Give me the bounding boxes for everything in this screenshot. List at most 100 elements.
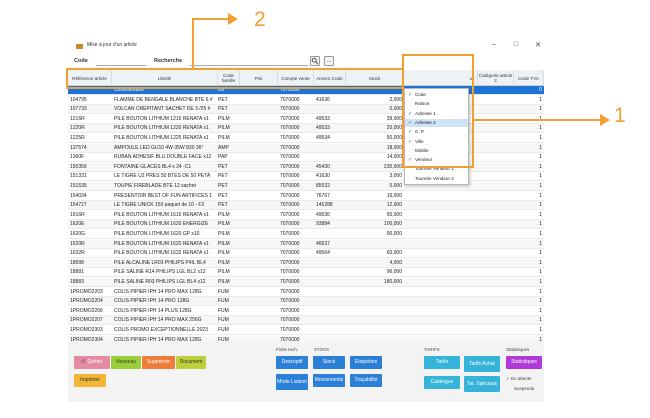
table-row[interactable]: 1PROMO2204 COLIS PIPIER IPH 14 PRO 128G FU… <box>68 297 544 307</box>
cell-cpt: 7070000 <box>280 279 300 285</box>
cell-tva: 1 <box>539 279 542 285</box>
cell-anc: 85532 <box>316 183 330 189</box>
annotation-header-box <box>66 68 404 89</box>
table-row[interactable]: 1PROMO2303 COLIS PROMO EXCEPTIONNELLE 202… <box>68 326 544 335</box>
cell-fam: PET <box>218 183 228 189</box>
supprimer-button[interactable]: Supprimer <box>142 356 175 369</box>
cell-ref: 1360F <box>70 154 85 161</box>
cell-anc <box>316 289 346 297</box>
cell-cpt: 7070000 <box>280 135 300 141</box>
cell-lib: COLIS PIPIER IPH 14 PRO MAX 256G <box>114 317 202 324</box>
cell-cpt: 7070000 <box>280 115 300 122</box>
cell-cpt: 7070000 <box>280 163 300 170</box>
cell-ref: 150359 <box>70 163 87 170</box>
cell-cpt: 7070000 <box>280 240 300 247</box>
maximize-button[interactable]: □ <box>510 41 522 48</box>
cell-lib: LE TIGRE UNICK 150 paquet de 10 - F2 <box>114 202 205 209</box>
cell-ref: 1225R <box>70 135 85 141</box>
statistiques-button[interactable]: Statistiques <box>506 356 542 369</box>
tar-speciaux-button[interactable]: Tar. Spéciaux <box>464 376 500 392</box>
cell-tva: 1 <box>539 154 542 161</box>
cell-ref: 1216R <box>70 115 85 122</box>
table-row[interactable]: 1PROMO2203 COLIS PIPIER IPH 14 PRO MAX 12… <box>68 288 544 297</box>
cell-fam: PET <box>218 192 228 199</box>
cell-anc <box>316 327 346 335</box>
mouvements-button[interactable]: Mouvements <box>313 374 345 387</box>
suspendu-label: Suspendu <box>514 386 535 391</box>
cell-lib: COLIS PIPIER IPH 14 PRO MAX 128G <box>114 288 202 295</box>
cell-fam: PILM <box>218 231 230 237</box>
cell-ref: 151535 <box>70 183 87 189</box>
cell-stock: 96,000 <box>386 269 402 276</box>
table-row[interactable]: 18698 PILE ALCALINE LR03 PHILIPS P4IL BL4… <box>68 258 544 268</box>
cell-lib: TOUPIE FIREBLADE BTE 12 sachet <box>114 183 196 189</box>
document-button[interactable]: Document <box>176 356 206 369</box>
cell-stock: 50,000 <box>386 211 402 218</box>
etiquettes-button[interactable]: Etiquettes <box>350 356 382 369</box>
cell-stock: 100,000 <box>383 221 402 228</box>
cell-lib: PILE BOUTON LITHIUM 1620 GP x10 <box>114 231 200 237</box>
cell-stock <box>348 308 402 316</box>
cell-tva: 1 <box>539 250 542 257</box>
more-button[interactable]: ... <box>324 56 334 66</box>
catalogue-button[interactable]: Catalogue <box>424 376 460 389</box>
cell-tva: 1 <box>539 298 542 305</box>
annotation-arrow-1-icon <box>600 114 610 126</box>
cell-cpt: 7070000 <box>280 221 300 228</box>
search-button[interactable] <box>310 56 320 66</box>
code-field[interactable] <box>96 57 146 66</box>
cell-fam: FUM <box>218 288 229 295</box>
en-attente-checkbox[interactable]: ✓ En attente <box>506 376 532 382</box>
stats-section-label: Statistiques <box>506 347 530 352</box>
cell-ref: 1620E <box>70 221 85 228</box>
tracabilite-button[interactable]: Traçabilité <box>350 374 382 387</box>
table-row[interactable]: 1616R PILE BOUTON LITHIUM 1616 RENATA x1 P… <box>68 211 544 220</box>
table-row[interactable]: 1620G PILE BOUTON LITHIUM 1620 GP x10 PILM… <box>68 230 544 239</box>
cell-tva: 1 <box>539 173 542 180</box>
cell-anc <box>316 279 346 287</box>
table-row[interactable]: 151535 TOUPIE FIREBLADE BTE 12 sachet PET 7… <box>68 182 544 191</box>
cell-ref: 107733 <box>70 106 87 113</box>
table-row[interactable]: 154727 LE TIGRE UNICK 150 paquet de 10 - … <box>68 201 544 211</box>
quitter-button[interactable]: ⏻ Quitter <box>74 356 110 369</box>
descriptif-button[interactable]: Descriptif <box>276 356 308 369</box>
column-option[interactable]: Tournée Vendeur 2 <box>405 175 468 183</box>
tarifs-achat-button[interactable]: Tarifs Achat <box>464 356 500 372</box>
cell-fam: FUM <box>218 327 229 333</box>
table-row[interactable]: 18881 PILE SALINE R14 PHILIPS LGL BL2 x12… <box>68 268 544 278</box>
cell-tva: 1 <box>539 106 542 113</box>
cell-lib: PILE BOUTON LITHIUM 1616 RENATA x1 <box>114 211 209 218</box>
tarifs-button[interactable]: Tarifs <box>424 356 460 369</box>
table-row[interactable]: 1PROMO2206 COLIS PIPIER IPH 14 PLUS 128G F… <box>68 307 544 316</box>
cell-fam: PET <box>218 173 228 180</box>
mode-liaison-button[interactable]: Mode Liaison <box>276 374 308 390</box>
cell-tva: 1 <box>539 317 542 324</box>
table-row[interactable]: 154034 PRESENTOIR BEST OF FUN ARTIFICES 1… <box>68 192 544 201</box>
stock-button[interactable]: Stock <box>313 356 345 369</box>
close-button[interactable]: ✕ <box>532 41 544 49</box>
cell-cpt: 7070000 <box>280 231 300 237</box>
nouveau-button[interactable]: Nouveau <box>111 356 141 369</box>
col-code-tva[interactable]: Code TVA <box>514 70 544 86</box>
cell-ref: 1PROMO2203 <box>70 288 103 295</box>
quitter-label: Quitter <box>87 359 103 365</box>
cell-ref: 1PROMO2206 <box>70 307 103 314</box>
cell-tva: 1 <box>539 240 542 247</box>
table-row[interactable]: 1620E PILE BOUTON LITHIUM 1620 ENERGIZE PI… <box>68 220 544 230</box>
cell-cpt: 7070000 <box>280 125 300 132</box>
table-row[interactable]: 151331 LE TIGRE U2 PRES 50 BTES DE 50 PET… <box>68 172 544 182</box>
cell-cpt: 7070000 <box>280 250 300 257</box>
col-categorie-2[interactable]: Catégorie article 2 <box>478 70 514 86</box>
search-input[interactable] <box>190 57 308 66</box>
minimize-button[interactable]: – <box>488 41 500 48</box>
table-row[interactable]: 18883 PILE SALINE R03 PHILIPS LGL BL4 x12… <box>68 278 544 287</box>
cell-lib: PILE SALINE R03 PHILIPS LGL BL4 x12 <box>114 279 206 285</box>
table-row[interactable]: 1PROMO2207 COLIS PIPIER IPH 14 PRO MAX 25… <box>68 316 544 326</box>
table-row[interactable]: 1620R PILE BOUTON LITHIUM 1620 RENATA x1 P… <box>68 239 544 249</box>
cell-anc: 49564 <box>316 250 330 257</box>
cell-fam: PILM <box>218 125 230 132</box>
cell-stock: 180,000 <box>383 279 402 285</box>
table-row[interactable]: 1632R PILE BOUTON LITHIUM 1632 RENATA x1 P… <box>68 249 544 259</box>
imprimer-button[interactable]: Imprimer <box>74 374 106 387</box>
cell-stock: 0,000 <box>389 106 402 113</box>
